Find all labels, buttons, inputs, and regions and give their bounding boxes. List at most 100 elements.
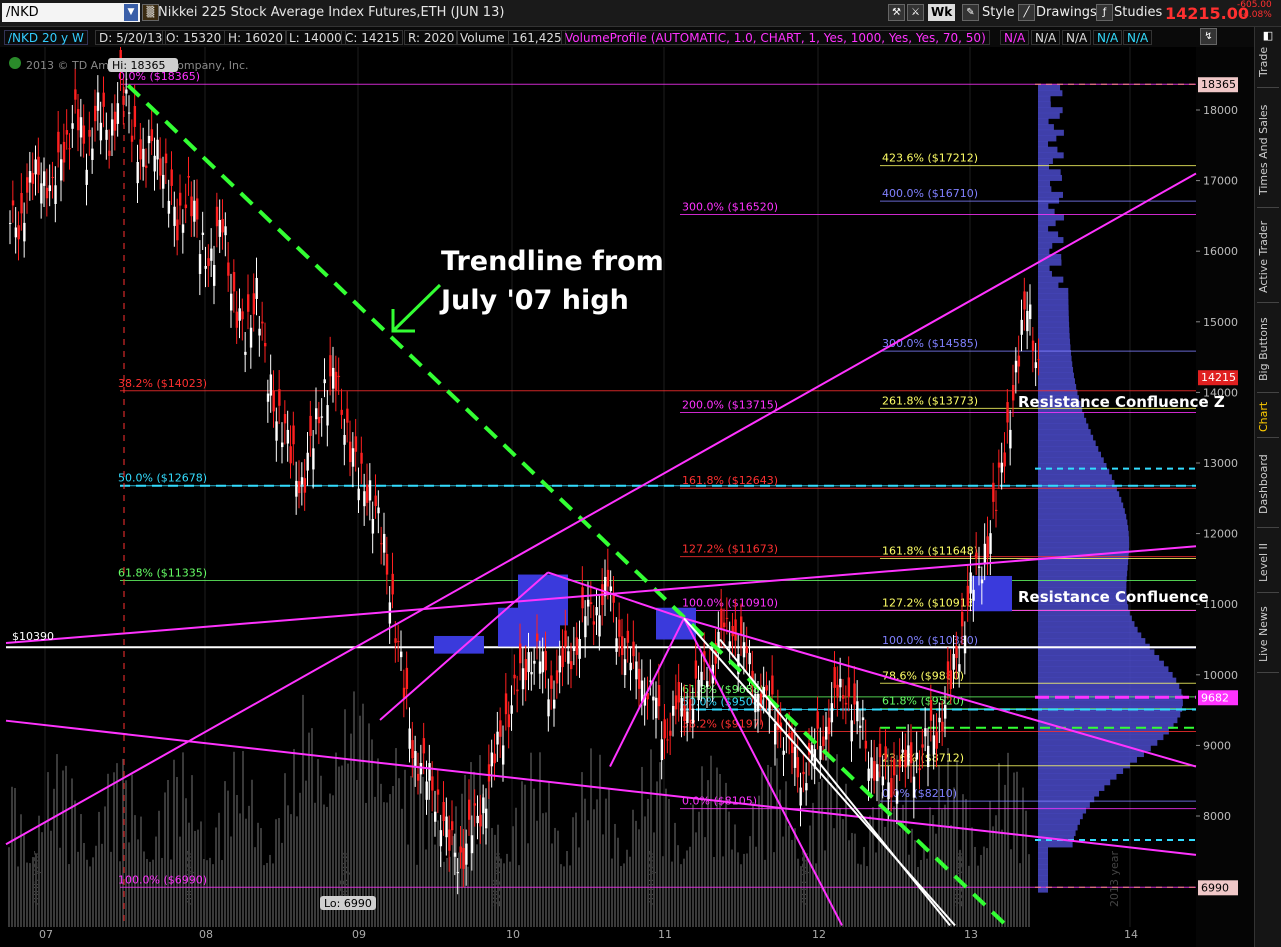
- volume-bar: [599, 754, 601, 927]
- volume-bar: [230, 836, 232, 927]
- y-tick-label: 16000: [1203, 245, 1238, 258]
- tab-big-buttons[interactable]: Big Buttons: [1257, 307, 1279, 393]
- candle-body: [150, 129, 154, 142]
- x-tick-label: 08: [199, 928, 213, 941]
- profile-bar: [1038, 660, 1164, 667]
- style-icon[interactable]: ✎: [962, 4, 979, 21]
- candle-body: [932, 735, 936, 755]
- tab-trade[interactable]: Trade: [1257, 37, 1279, 88]
- candle-body: [230, 293, 233, 311]
- volume-bar: [32, 857, 34, 927]
- volume-bar: [377, 758, 379, 927]
- x-tick-label: 11: [658, 928, 672, 941]
- info-icon[interactable]: [9, 57, 21, 69]
- volume-bar: [980, 854, 982, 927]
- profile-bar: [1038, 158, 1053, 165]
- symbol-input[interactable]: /NKD: [2, 3, 140, 22]
- volume-bar: [161, 857, 163, 927]
- candle-body: [929, 699, 933, 721]
- candle-body: [856, 701, 859, 722]
- chart-settings-icon[interactable]: ↯: [1200, 28, 1217, 45]
- tab-times-and-sales[interactable]: Times And Sales: [1257, 92, 1279, 208]
- volume-bar: [527, 843, 529, 927]
- volume-bar: [632, 809, 634, 927]
- fib-label: 61.8% ($11335): [118, 567, 207, 580]
- candle-body: [346, 408, 349, 423]
- candle-body: [456, 872, 460, 874]
- tab-live-news[interactable]: Live News: [1257, 597, 1279, 673]
- tab-chart[interactable]: Chart: [1257, 397, 1279, 438]
- candle-body: [479, 814, 482, 827]
- volume-bar: [722, 856, 724, 927]
- studies-icon[interactable]: ƒ: [1096, 4, 1113, 21]
- volume-bar: [239, 813, 241, 927]
- profile-bar: [1038, 570, 1128, 577]
- candle-body: [173, 206, 176, 226]
- volume-bar: [380, 783, 382, 927]
- price-chart[interactable]: 2006 year2007 year2008 year2009 year2010…: [0, 47, 1254, 947]
- volume-bar: [47, 772, 49, 927]
- candle-body: [686, 711, 689, 723]
- volume-bar: [923, 845, 925, 927]
- candle-body: [462, 847, 465, 869]
- profile-bar: [1038, 440, 1096, 447]
- timeframe-button[interactable]: Wk: [928, 4, 956, 21]
- studies-button[interactable]: Studies: [1114, 4, 1162, 21]
- profile-bar: [1038, 615, 1132, 622]
- candle-body: [102, 92, 105, 107]
- candle-body: [368, 480, 372, 501]
- volume-profile-study[interactable]: VolumeProfile (AUTOMATIC, 1.0, CHART, 1,…: [561, 30, 990, 45]
- drawings-icon[interactable]: ╱: [1018, 4, 1035, 21]
- symbol-dropdown-chevron-icon[interactable]: ▼: [124, 4, 138, 21]
- candle-body: [428, 763, 431, 781]
- candle-body: [315, 408, 318, 420]
- style-button[interactable]: Style: [982, 4, 1015, 21]
- volume-bar: [1013, 772, 1015, 927]
- candle-body: [167, 200, 171, 214]
- volume-bar: [818, 781, 820, 927]
- volume-bar: [431, 813, 433, 927]
- volume-bar: [851, 832, 853, 927]
- favorites-icon[interactable]: ▒: [142, 4, 159, 21]
- volume-bar: [575, 812, 577, 927]
- profile-bar: [1038, 316, 1069, 323]
- drawings-button[interactable]: Drawings: [1036, 4, 1097, 21]
- volume-bar: [614, 823, 616, 927]
- volume-bar: [212, 864, 214, 927]
- volume-label[interactable]: Volume: [456, 30, 509, 45]
- tab-dashboard[interactable]: Dashboard: [1257, 442, 1279, 528]
- profile-bar: [1038, 581, 1127, 588]
- candle-body: [521, 668, 525, 690]
- candle-body: [961, 611, 964, 627]
- volume-bar: [167, 779, 169, 927]
- tab-active-trader[interactable]: Active Trader: [1257, 212, 1279, 303]
- profile-bar: [1038, 858, 1048, 865]
- volume-bar: [950, 825, 952, 927]
- candle-body: [439, 830, 443, 847]
- volume-bar: [80, 814, 82, 927]
- profile-bar: [1038, 248, 1050, 255]
- volume-bar: [584, 798, 586, 927]
- profile-bar: [1038, 767, 1124, 774]
- profile-bar: [1038, 841, 1073, 848]
- crosshair-icon[interactable]: ⚔: [907, 4, 924, 21]
- volume-bar: [152, 859, 154, 927]
- profile-bar: [1038, 869, 1048, 876]
- candle-body: [816, 711, 819, 729]
- price-marker: 18365: [1201, 78, 1236, 91]
- candle-body: [861, 717, 865, 721]
- period-label[interactable]: /NKD 20 y W: [4, 30, 88, 45]
- profile-bar: [1038, 655, 1160, 662]
- candle-body: [317, 416, 321, 424]
- candle-body: [332, 367, 335, 389]
- volume-bar: [77, 851, 79, 927]
- drawing-tool-icon[interactable]: ⚒: [888, 4, 905, 21]
- candle-body: [1006, 402, 1009, 423]
- candle-body: [623, 659, 627, 676]
- volume-bar: [101, 843, 103, 927]
- tab-level-ii[interactable]: Level II: [1257, 532, 1279, 593]
- candle-body: [43, 171, 46, 186]
- volume-bar: [170, 859, 172, 927]
- profile-bar: [1038, 191, 1063, 198]
- candle-body: [473, 803, 477, 806]
